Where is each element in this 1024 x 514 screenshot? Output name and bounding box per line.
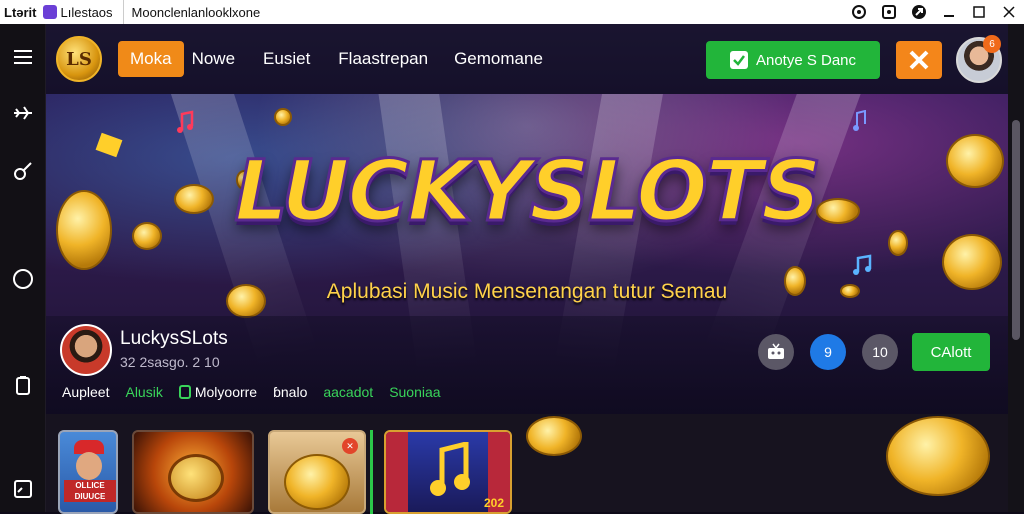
settings-icon[interactable] [904,0,934,24]
app-label: Ltərit Lılestaos [0,5,113,20]
channel-action-button[interactable]: CAlott [912,333,990,371]
channel-tab-aupleet[interactable]: Aupleet [62,384,109,400]
coin-decoration [526,416,582,456]
plane-icon[interactable] [0,98,46,128]
channel-tab-alusik[interactable]: Alusik [125,384,162,400]
channel-tab-aacadot[interactable]: aacadot [323,384,373,400]
minimize-icon[interactable] [934,0,964,24]
close-icon[interactable] [994,0,1024,24]
coin-decoration [886,416,990,496]
tv-icon [768,343,784,359]
coin-decoration [274,108,292,126]
close-badge-icon[interactable]: ✕ [342,438,358,454]
top-navigation: LS Moka Nowe Eusiet Flaastrepan Gemomane… [46,24,1008,94]
thumbnail-card[interactable]: ✕ [268,430,366,514]
menu-icon[interactable] [0,42,46,72]
clipboard-icon[interactable] [0,370,46,400]
nav-tab-gemomane[interactable]: Gemomane [454,49,543,69]
thumbnail-card[interactable]: 202 [384,430,512,514]
guitar-icon[interactable] [0,156,46,186]
window-controls [844,0,1024,24]
window-title: Moonclenlanlooklxone [131,4,261,20]
nav-tab-flaastrepan[interactable]: Flaastrepan [338,49,428,69]
coin-graphic [284,454,350,510]
music-note-icon [853,110,866,131]
channel-tab-suoniaa[interactable]: Suoniaa [389,384,440,400]
app-short-name: Ltərit [4,4,37,20]
site-logo[interactable]: LS [56,36,102,82]
channel-tab-bnalo[interactable]: ɓnalo [273,384,307,400]
banner-subtitle: Aplubasi Music Mensenangan tutur Semau [326,280,728,303]
channel-info-bar: LuckysSLots 32 2sasɡo. 2 10 Aupleet Alus… [46,316,1008,414]
primary-action-label: Anotye S Danc [755,51,857,69]
nav-tab-moka[interactable]: Moka [118,41,184,77]
primary-action-button[interactable]: Anotye S Danc [706,41,880,79]
thumbnail-label: OLLICE DIUUCE [64,480,116,502]
vertical-scrollbar[interactable] [1008,24,1024,512]
notification-badge: 6 [983,35,1001,53]
banner-title: LUCKYSLOTS [233,141,823,242]
thumbnail-number: 202 [483,496,504,510]
titlebar-divider [122,0,124,24]
channel-tabs: Aupleet Alusik Molyoorre ɓnalo aacadot S… [62,384,457,400]
nav-tab-nowe[interactable]: Nowe [192,49,235,69]
channel-avatar[interactable] [60,324,112,376]
channel-stats: 32 2sasɡo. 2 10 [120,354,220,370]
nav-tab-eusiet[interactable]: Eusiet [263,49,310,69]
window-titlebar: Ltərit Lılestaos Moonclenlanlooklxone [0,0,1024,24]
left-sidebar [0,24,46,512]
tab-icon [178,385,191,399]
circle-icon[interactable] [0,264,46,294]
screen-icon[interactable] [874,0,904,24]
hero-banner: LUCKYSLOTS Aplubasi Music Mensenangan tu… [46,94,1008,414]
curtain-left [386,432,408,512]
app-logo-icon [42,5,57,19]
round-button-3[interactable]: 10 [862,334,898,370]
thumbnail-card[interactable]: OLLICE DIUUCE [58,430,118,514]
channel-tab-molyoorre[interactable]: Molyoorre [178,384,258,400]
panel-icon[interactable] [0,474,46,504]
channel-name: LuckysSLots [120,328,228,349]
thumbnail-card[interactable] [132,430,254,514]
tv-button[interactable] [758,334,794,370]
divider-accent [370,430,373,514]
help-icon[interactable] [844,0,874,24]
music-note-icon [430,442,470,496]
tools-button[interactable] [896,41,942,79]
round-button-2[interactable]: 9 [810,334,846,370]
music-note-icon [177,110,194,133]
maximize-icon[interactable] [964,0,994,24]
scrollbar-thumb[interactable] [1012,120,1020,340]
speaker-graphic [168,454,224,502]
app-name: Lılestaos [60,4,113,20]
tools-icon [909,50,929,70]
check-icon [729,51,748,69]
character-face [76,452,102,480]
content-row: OLLICE DIUUCE ✕ 202 [46,414,1008,514]
channel-tab-label: Molyoorre [194,384,258,400]
music-note-icon [853,254,872,275]
